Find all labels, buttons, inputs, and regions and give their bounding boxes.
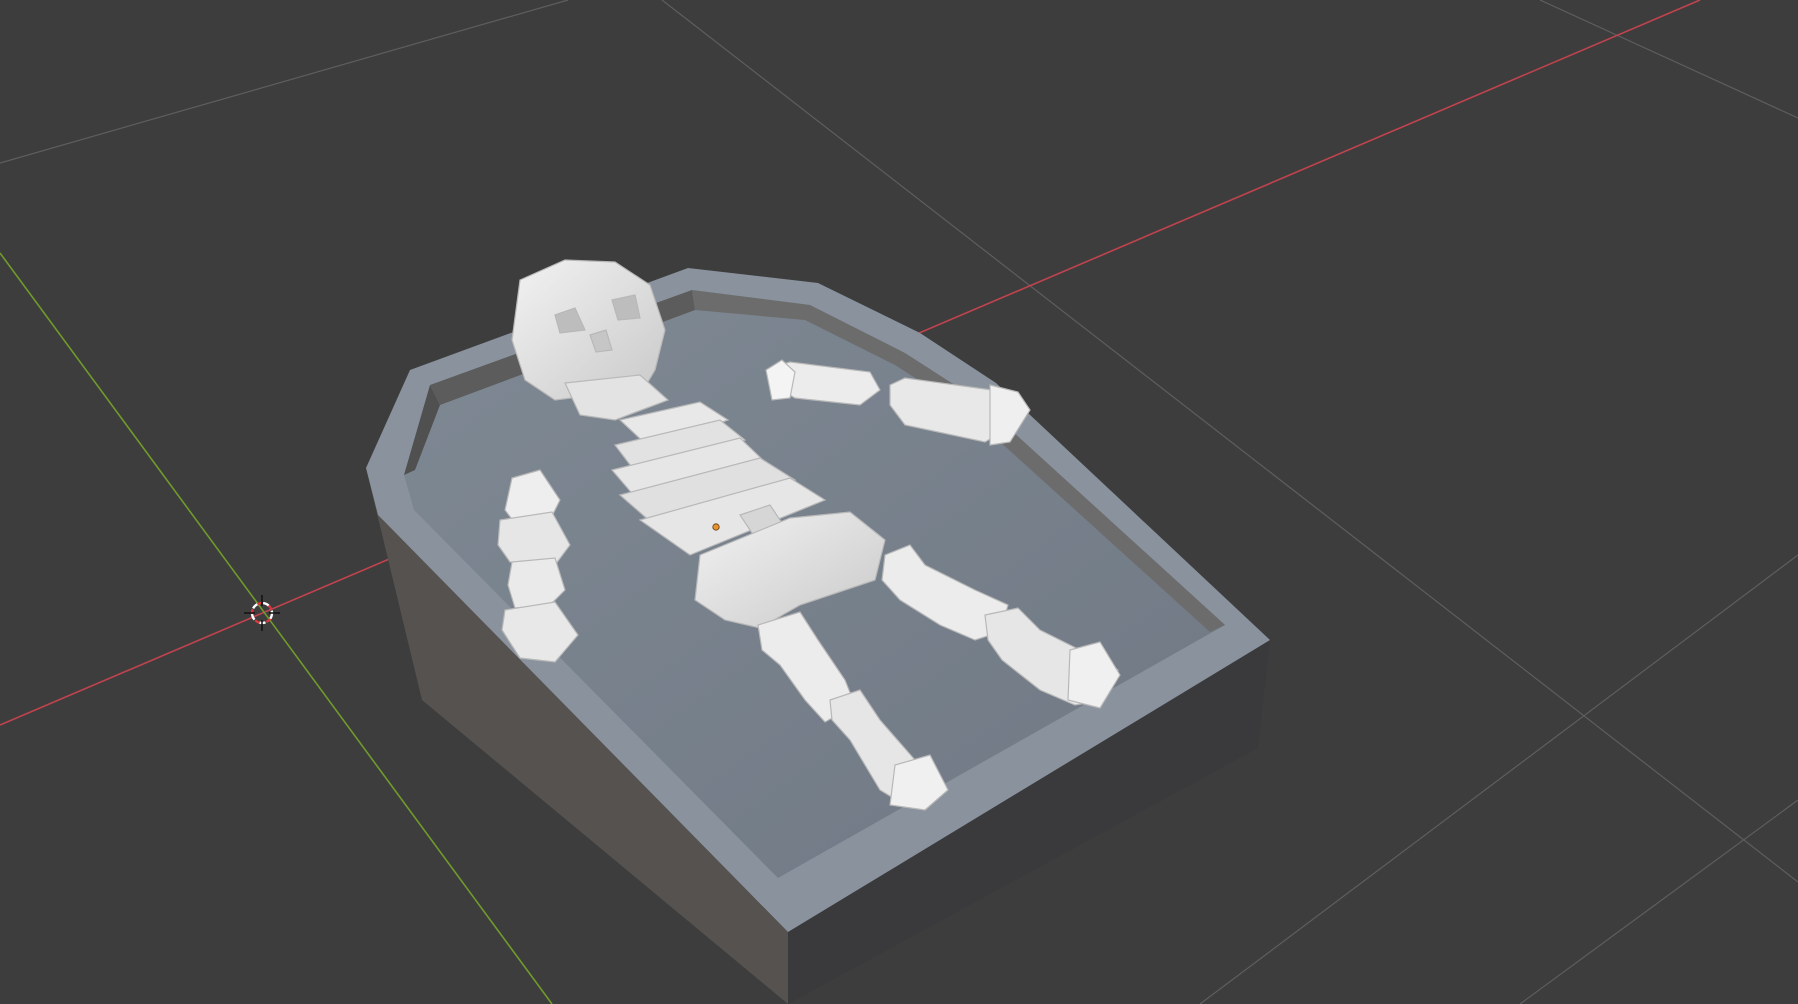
viewport-canvas[interactable] (0, 0, 1798, 1004)
3d-viewport[interactable] (0, 0, 1798, 1004)
object-origin-icon[interactable] (712, 523, 720, 531)
